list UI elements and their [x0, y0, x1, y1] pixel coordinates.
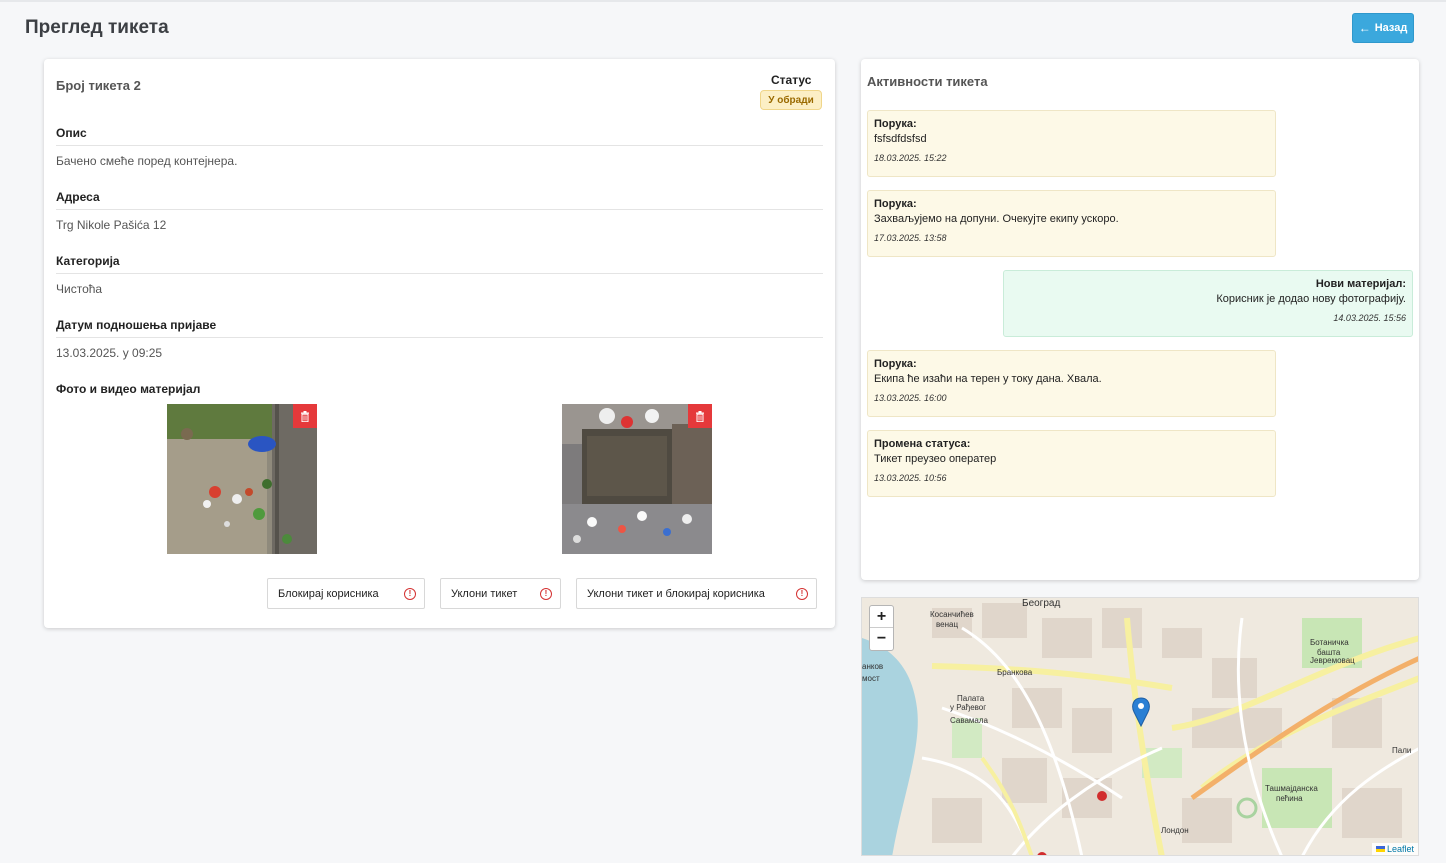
- map-label: Косанчићев: [930, 610, 974, 619]
- activity-text: fsfsdfdsfsd: [874, 133, 927, 145]
- trash-icon: [301, 410, 309, 422]
- top-divider: [0, 0, 1446, 2]
- activity-item: Порука: Захваљујемо на допуни. Очекујте …: [867, 190, 1276, 257]
- date-value: 13.03.2025. у 09:25: [56, 346, 163, 360]
- remove-and-block-label: Уклони тикет и блокирај корисника: [587, 587, 765, 600]
- map-label: Лондон: [1161, 826, 1189, 835]
- map-zoom-control: + −: [869, 605, 894, 651]
- back-button-label: Назад: [1374, 22, 1408, 34]
- map-label: пећина: [1276, 794, 1303, 803]
- delete-photo-button[interactable]: [293, 404, 317, 428]
- divider: [56, 209, 823, 210]
- location-map[interactable]: Београд Косанчићев венац Бранкова Савама…: [861, 597, 1419, 856]
- description-value: Бачено смеће поред контејнера.: [56, 154, 238, 168]
- ticket-photo[interactable]: [167, 404, 317, 554]
- activity-time: 17.03.2025. 13:58: [874, 233, 947, 243]
- activity-time: 14.03.2025. 15:56: [1333, 313, 1406, 323]
- ticket-activities-card: Активности тикета Порука: fsfsdfdsfsd 18…: [861, 59, 1419, 580]
- map-label: Београд: [1022, 598, 1061, 609]
- map-label: Савамала: [950, 716, 988, 725]
- map-label: анков: [862, 662, 884, 671]
- map-label: Јевремовац: [1310, 656, 1355, 665]
- activity-title: Нови материјал:: [1315, 278, 1406, 290]
- activity-item: Нови материјал: Корисник је додао нову ф…: [1003, 270, 1413, 337]
- divider: [56, 145, 823, 146]
- address-label: Адреса: [56, 190, 100, 204]
- page-title: Преглед тикета: [25, 17, 169, 38]
- remove-ticket-button[interactable]: Уклони тикет !: [440, 578, 561, 609]
- activity-text: Корисник је додао нову фотографију.: [1216, 293, 1406, 305]
- ticket-photo[interactable]: [562, 404, 712, 554]
- media-label: Фото и видео материјал: [56, 382, 201, 396]
- divider: [56, 273, 823, 274]
- activity-time: 13.03.2025. 10:56: [874, 473, 947, 483]
- block-user-button[interactable]: Блокирај корисника !: [267, 578, 425, 609]
- zoom-out-button[interactable]: −: [870, 628, 893, 650]
- activity-item: Порука: fsfsdfdsfsd 18.03.2025. 15:22: [867, 110, 1276, 177]
- block-user-label: Блокирај корисника: [278, 587, 379, 600]
- category-value: Чистоћа: [56, 282, 103, 296]
- map-attribution[interactable]: Leaflet: [1371, 843, 1418, 855]
- activity-title: Промена статуса:: [874, 438, 971, 450]
- remove-and-block-button[interactable]: Уклони тикет и блокирај корисника !: [576, 578, 817, 609]
- attribution-link[interactable]: Leaflet: [1387, 844, 1414, 854]
- activity-time: 13.03.2025. 16:00: [874, 393, 947, 403]
- activity-title: Порука:: [874, 358, 917, 370]
- activity-text: Тикет преузео оператер: [874, 453, 997, 465]
- activity-item: Промена статуса: Тикет преузео оператер …: [867, 430, 1276, 497]
- divider: [56, 337, 823, 338]
- ticket-number: Број тикета 2: [56, 78, 141, 93]
- trash-icon: [696, 410, 704, 422]
- activity-time: 18.03.2025. 15:22: [874, 153, 947, 163]
- map-label: Ташмајданска: [1265, 784, 1318, 793]
- exclamation-circle-icon: !: [796, 587, 808, 600]
- map-label: Бранкова: [997, 668, 1033, 677]
- activity-item: Порука: Екипа ће изаћи на терен у току д…: [867, 350, 1276, 417]
- back-button[interactable]: ← Назад: [1352, 13, 1414, 43]
- map-label: Пали: [1392, 746, 1412, 755]
- activities-title: Активности тикета: [867, 74, 988, 89]
- ukraine-flag-icon: [1375, 846, 1385, 852]
- map-label: мост: [862, 674, 880, 683]
- description-label: Опис: [56, 126, 87, 140]
- map-tiles: [862, 598, 1418, 855]
- map-label: Палата: [957, 694, 985, 703]
- zoom-in-button[interactable]: +: [870, 606, 893, 628]
- map-label: у Рађевог: [950, 703, 987, 712]
- address-value: Trg Nikole Pašića 12: [56, 218, 167, 232]
- arrow-left-icon: ←: [1358, 21, 1371, 35]
- map-label: венац: [936, 620, 959, 629]
- status-badge: У обради: [760, 90, 822, 110]
- map-label: Ботаничка: [1310, 638, 1349, 647]
- exclamation-circle-icon: !: [404, 587, 416, 600]
- date-label: Датум подношења пријаве: [56, 318, 217, 332]
- category-label: Категорија: [56, 254, 120, 268]
- delete-photo-button[interactable]: [688, 404, 712, 428]
- status-label: Статус: [771, 73, 812, 87]
- activity-text: Захваљујемо на допуни. Очекујте екипу ус…: [874, 213, 1119, 225]
- activity-text: Екипа ће изаћи на терен у току дана. Хва…: [874, 373, 1102, 385]
- activity-title: Порука:: [874, 198, 917, 210]
- remove-ticket-label: Уклони тикет: [451, 587, 518, 600]
- activity-title: Порука:: [874, 118, 917, 130]
- ticket-details-card: Број тикета 2 Статус У обради Опис Бачен…: [44, 59, 835, 628]
- exclamation-circle-icon: !: [540, 587, 552, 600]
